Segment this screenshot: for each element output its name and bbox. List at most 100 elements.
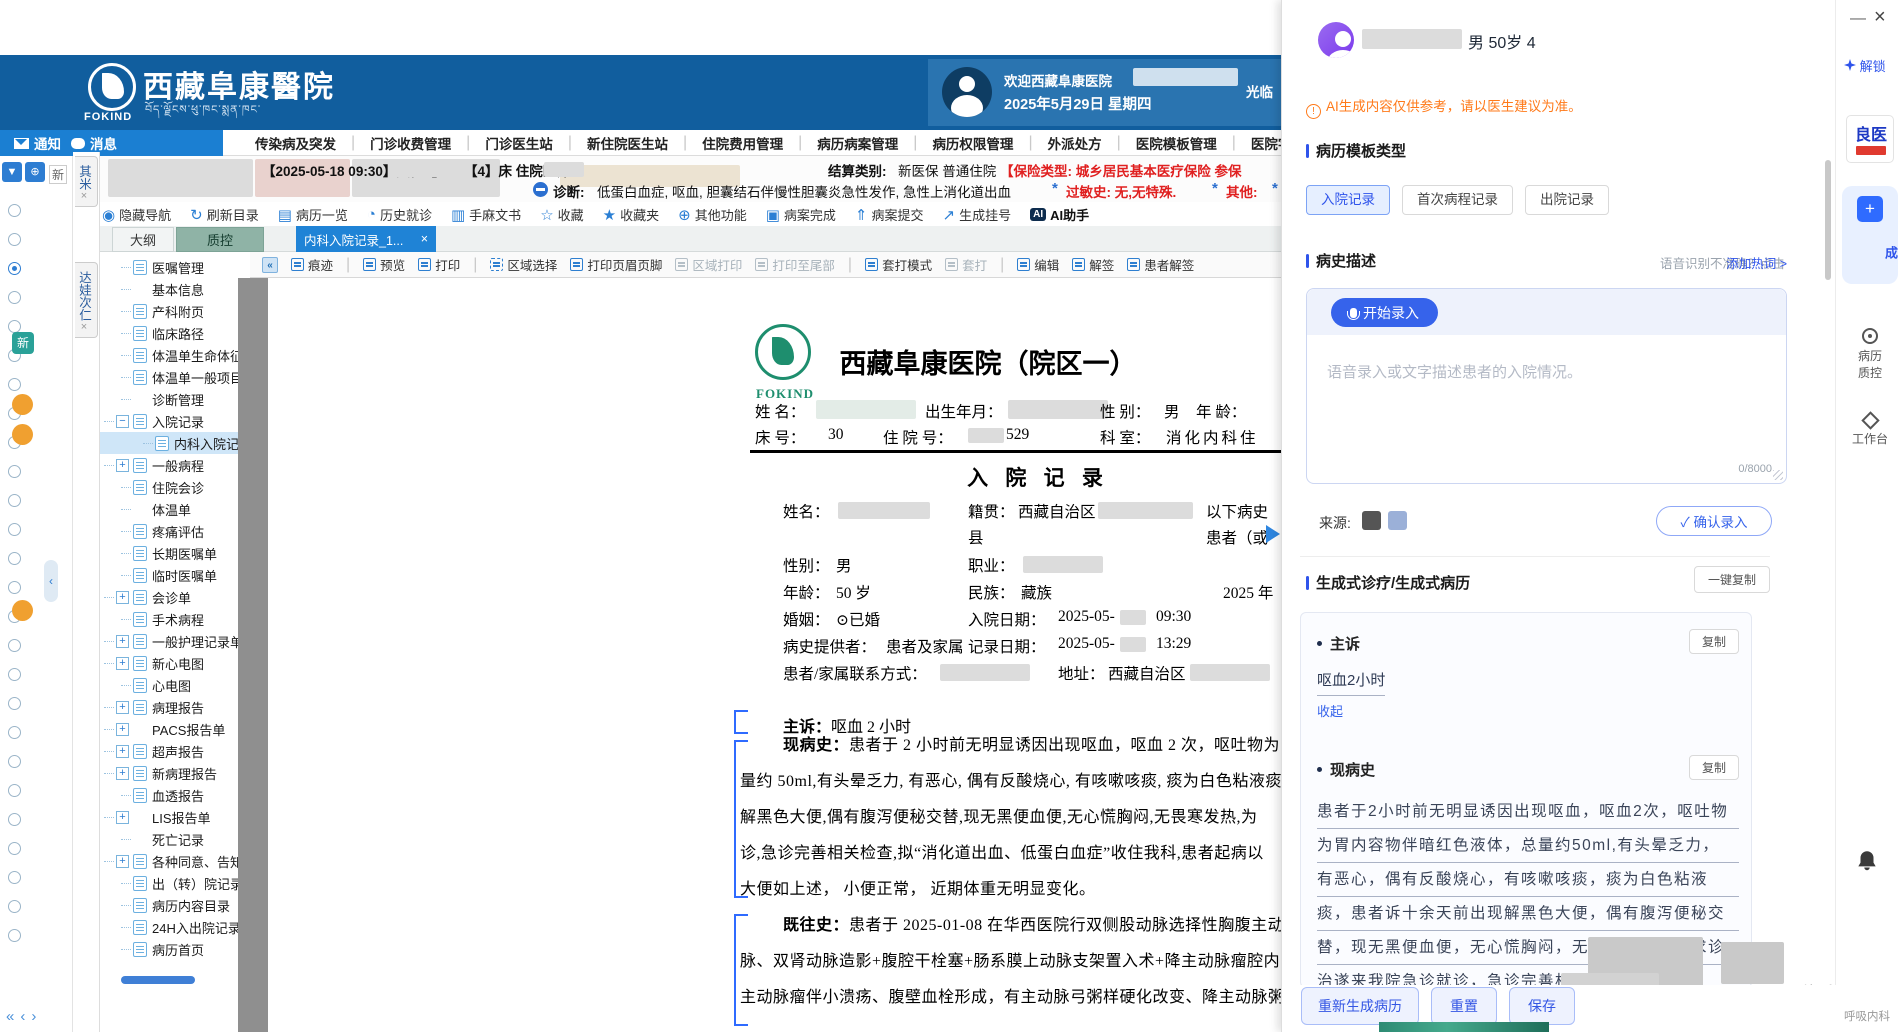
tree-item[interactable]: 手术病程 [100, 608, 238, 630]
panel-scrollbar[interactable] [1825, 160, 1831, 280]
tree-item[interactable]: 病历内容目录 [100, 894, 238, 916]
record-radio[interactable] [8, 726, 21, 739]
doctool-编辑[interactable]: 编辑 [1017, 255, 1059, 274]
resize-handle[interactable] [1773, 470, 1783, 480]
speech-input-box[interactable]: 开始录入 语音录入或文字描述患者的入院情况。 0/8000 [1306, 288, 1787, 484]
record-radio[interactable] [8, 639, 21, 652]
orange-status-icon[interactable] [12, 600, 33, 621]
doctool-痕迹[interactable]: 痕迹 [291, 255, 333, 274]
tree-item[interactable]: 诊断管理 [100, 388, 238, 410]
menu-item-2[interactable]: 门诊医生站 [470, 133, 568, 153]
expand-icon[interactable]: + [116, 767, 129, 780]
record-radio[interactable] [8, 784, 21, 797]
record-radio[interactable] [8, 494, 21, 507]
menu-notify[interactable]: 通知 [14, 133, 61, 153]
document-page[interactable]: FOKIND 西藏阜康医院（院区一） 姓 名： 出生年月： 性 别： 男 年 龄… [268, 278, 1281, 1032]
toolbar-star[interactable]: ☆收藏 [540, 205, 583, 224]
tree-item[interactable]: +一般病程 [100, 454, 238, 476]
tree-item[interactable]: 产科附页 [100, 300, 238, 322]
tab-document[interactable]: 内科入院记录_1... × [296, 226, 436, 252]
tab-qc[interactable]: 质控 [176, 227, 264, 252]
toolbar-ai-assistant[interactable]: AIAI助手 [1030, 205, 1089, 224]
dock-item-workbench[interactable]: 工作台 [1842, 414, 1898, 447]
minimize-button[interactable]: — [1850, 10, 1866, 28]
tab-outline[interactable]: 大纲 [112, 227, 174, 252]
dock-item-record-qc[interactable]: 病历 质控 [1842, 328, 1898, 381]
record-radio[interactable] [8, 697, 21, 710]
menu-item-3[interactable]: 新住院医生站 [572, 133, 683, 153]
record-radio[interactable] [8, 523, 21, 536]
toolbar-anesthesia-doc[interactable]: ▥手麻文书 [451, 205, 521, 224]
tree-item[interactable]: +一般护理记录单 [100, 630, 238, 652]
toolbar-hide-nav[interactable]: ◉隐藏导航 [102, 205, 171, 224]
tree-item[interactable]: +新心电图 [100, 652, 238, 674]
menu-item-4[interactable]: 住院费用管理 [687, 133, 798, 153]
menu-item-1[interactable]: 门诊收费管理 [355, 133, 466, 153]
toolbar-star-filled[interactable]: ★收藏夹 [603, 205, 659, 224]
patient-tab-0[interactable]: 其米× [75, 156, 98, 207]
tree-item[interactable]: 医嘱管理 [100, 256, 238, 278]
toolbar-case-complete[interactable]: ▣病案完成 [766, 205, 836, 224]
tree-item[interactable]: 住院会诊 [100, 476, 238, 498]
reset-button[interactable]: 重置 [1431, 987, 1497, 1025]
record-radio[interactable] [8, 552, 21, 565]
expand-arrow-icon[interactable] [1266, 525, 1281, 543]
tree-item[interactable]: 病历首页 [100, 938, 238, 960]
confirm-entry-button[interactable]: ✓ 确认录入 [1656, 506, 1772, 536]
tree-item[interactable]: +病理报告 [100, 696, 238, 718]
save-button[interactable]: 保存 [1509, 987, 1575, 1025]
record-radio[interactable] [8, 233, 21, 246]
menu-item-5[interactable]: 病历病案管理 [802, 133, 913, 153]
sidebar-collapse-handle[interactable]: ‹ [44, 560, 58, 602]
record-radio[interactable] [8, 465, 21, 478]
patient-tab-close-icon[interactable]: × [78, 190, 90, 202]
tree-item[interactable]: +各种同意、告知书 [100, 850, 238, 872]
toolbar-history[interactable]: ◔历史就诊 [367, 205, 432, 224]
menu-item-6[interactable]: 病历权限管理 [917, 133, 1028, 153]
menu-item-9[interactable]: 医院字典设定 [1236, 133, 1281, 153]
record-radio[interactable] [8, 813, 21, 826]
toolbar-record-list[interactable]: ▤病历一览 [278, 205, 348, 224]
toolbar-case-submit[interactable]: ⇑病案提交 [855, 205, 924, 224]
toolbar-more[interactable]: ⊕其他功能 [678, 205, 747, 224]
tree-nav-arrows[interactable]: «‹› [6, 1008, 42, 1025]
filter-icon[interactable]: ▼ [2, 162, 22, 182]
tree-item[interactable]: +LIS报告单 [100, 806, 238, 828]
record-radio[interactable] [8, 668, 21, 681]
tree-item[interactable]: 体温单一般项目 [100, 366, 238, 388]
new-record-badge[interactable]: 新 [12, 332, 34, 354]
menu-item-7[interactable]: 外派处方 [1033, 133, 1117, 153]
dock-item-record-generate[interactable]: + 病历生成 [1842, 186, 1898, 284]
hotword-link[interactable]: 添加热词 > [1726, 253, 1787, 272]
collapse-icon[interactable]: − [116, 415, 129, 428]
record-radio[interactable] [8, 900, 21, 913]
new-label[interactable]: 新 [49, 165, 67, 184]
tree-hscrollbar[interactable] [121, 976, 195, 984]
record-radio[interactable] [8, 842, 21, 855]
expand-icon[interactable]: + [116, 811, 129, 824]
template-option-1[interactable]: 首次病程记录 [1402, 185, 1513, 215]
copy-all-button[interactable]: 一键复制 [1694, 566, 1770, 593]
notification-bell-icon[interactable] [1854, 848, 1880, 874]
template-option-0[interactable]: 入院记录 [1306, 185, 1390, 215]
expand-icon[interactable]: + [116, 855, 129, 868]
tree-item[interactable]: 内科入院记录_1 [100, 432, 238, 454]
close-button[interactable]: × [1874, 6, 1886, 29]
regenerate-button[interactable]: 重新生成病历 [1301, 987, 1419, 1025]
expand-icon[interactable]: + [116, 701, 129, 714]
doctool-预览[interactable]: 预览 [363, 255, 405, 274]
tree-item[interactable]: 出（转）院记录 [100, 872, 238, 894]
doctool-打印[interactable]: 打印 [418, 255, 460, 274]
tree-item[interactable]: +会诊单 [100, 586, 238, 608]
menu-item-0[interactable]: 传染病及突发 [240, 133, 351, 153]
tree-item[interactable]: 临床路径 [100, 322, 238, 344]
expand-icon[interactable]: + [116, 745, 129, 758]
patient-tab-1[interactable]: 达娃次仁× [75, 262, 98, 338]
record-radio[interactable] [8, 291, 21, 304]
record-radio[interactable] [8, 262, 21, 275]
tree-item[interactable]: 24H入出院记录 [100, 916, 238, 938]
tree-item[interactable]: +超声报告 [100, 740, 238, 762]
doctool-患者解签[interactable]: 患者解签 [1127, 255, 1194, 274]
user-avatar[interactable] [942, 67, 992, 117]
tree-item[interactable]: +PACS报告单 [100, 718, 238, 740]
